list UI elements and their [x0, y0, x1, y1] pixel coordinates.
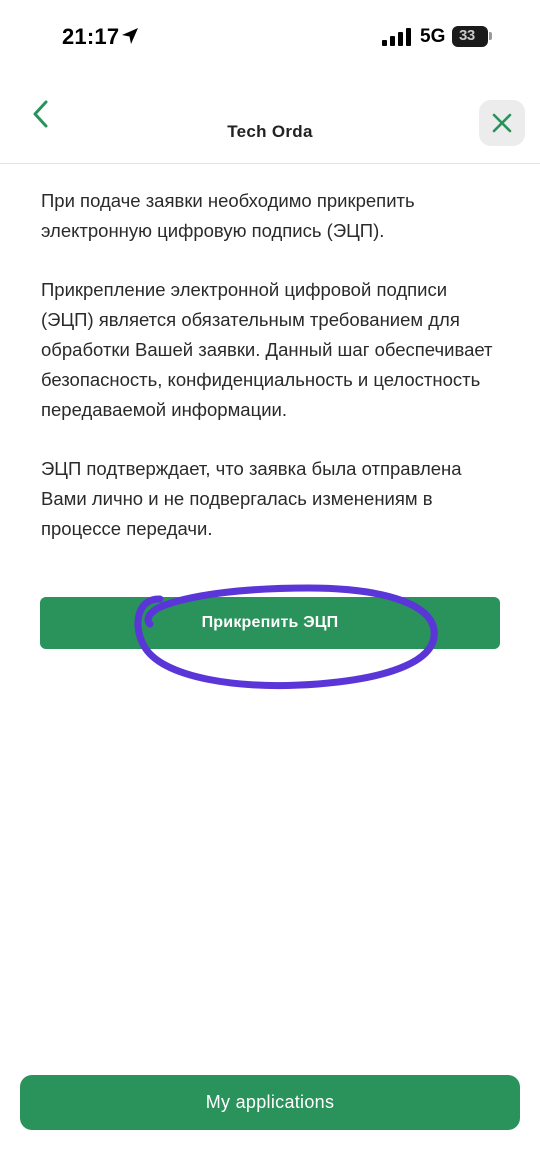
- close-button[interactable]: [479, 100, 525, 146]
- paragraph-confirmation: ЭЦП подтверждает, что заявка была отправ…: [41, 458, 462, 539]
- screen: 21:17 5G 33 Tech Orda При подаче заявки …: [0, 0, 540, 1170]
- info-text: При подаче заявки необходимо прикрепить …: [41, 186, 503, 573]
- attach-signature-label: Прикрепить ЭЦП: [201, 614, 339, 631]
- battery-icon: 33: [452, 26, 488, 47]
- paragraph-intro: При подаче заявки необходимо прикрепить …: [41, 190, 415, 241]
- paragraph-requirement: Прикрепление электронной цифровой подпис…: [41, 279, 493, 420]
- status-time: 21:17: [62, 24, 120, 49]
- page-title: Tech Orda: [227, 122, 313, 141]
- header: Tech Orda: [0, 72, 540, 164]
- attach-signature-button[interactable]: Прикрепить ЭЦП: [40, 597, 500, 649]
- location-arrow-icon: [122, 28, 138, 44]
- my-applications-label: My applications: [205, 1092, 335, 1112]
- battery-level: 33: [459, 27, 475, 44]
- my-applications-button[interactable]: My applications: [20, 1075, 520, 1130]
- close-icon: [492, 113, 512, 133]
- status-bar: 21:17 5G 33: [0, 0, 540, 72]
- cellular-signal-icon: [382, 28, 411, 46]
- battery-cap: [489, 32, 492, 40]
- network-type: 5G: [420, 26, 446, 47]
